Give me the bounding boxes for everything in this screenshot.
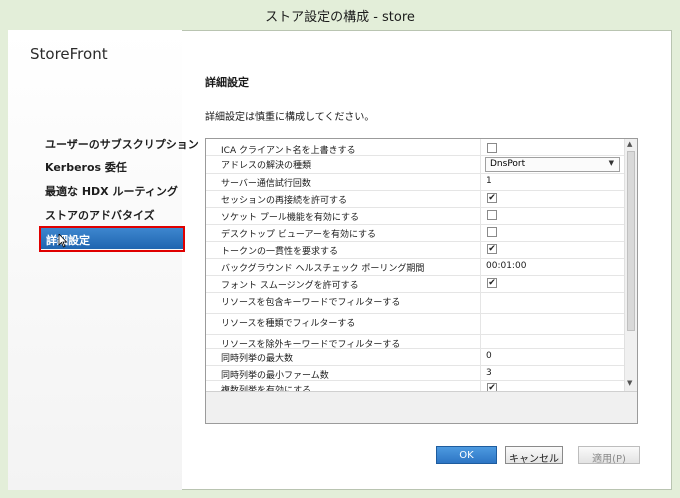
setting-dropdown[interactable]: DnsPort ▼ [485,157,620,172]
section-description: 詳細設定は慎重に構成してください。 [205,112,375,123]
setting-label: リソースを種類でフィルターする [221,319,356,329]
setting-label: リソースを包含キーワードでフィルターする [221,298,401,308]
setting-value[interactable]: 1 [486,176,492,186]
scroll-down-icon[interactable]: ▼ [627,379,632,387]
advanced-settings-grid: ICA クライアント名を上書きする アドレスの解決の種類 DnsPort ▼ サーバー通… [205,138,638,424]
setting-label: ICA クライアント名を上書きする [221,146,356,156]
setting-row[interactable]: ICA クライアント名を上書きする [206,141,624,156]
setting-label: サーバー通信試行回数 [221,179,311,189]
cancel-button[interactable]: キャンセル [505,446,563,465]
setting-label: トークンの一貫性を要求する [221,247,339,257]
setting-row[interactable]: セッションの再接続を許可する ✔ [206,191,624,208]
setting-row[interactable]: 複数列挙を有効にする ✔ [206,381,624,391]
brand-title: StoreFront [30,45,108,63]
setting-row[interactable]: フォント スムージングを許可する ✔ [206,276,624,293]
mouse-pointer-icon [58,234,68,248]
setting-row[interactable]: デスクトップ ビューアーを有効にする [206,225,624,242]
setting-label: 同時列挙の最大数 [221,354,294,364]
setting-checkbox[interactable]: ✔ [487,193,497,203]
chevron-down-icon[interactable]: ▼ [609,159,614,167]
setting-row[interactable]: リソースを除外キーワードでフィルターする [206,335,624,350]
setting-checkbox[interactable]: ✔ [487,244,497,254]
description-area [206,391,637,423]
setting-row[interactable]: リソースを包含キーワードでフィルターする [206,293,624,314]
setting-checkbox[interactable] [487,143,497,153]
sidebar-item-kerberos-delegation[interactable]: Kerberos 委任 [45,159,127,175]
setting-label: 複数列挙を有効にする [221,386,312,391]
settings-rows: ICA クライアント名を上書きする アドレスの解決の種類 DnsPort ▼ サーバー通… [206,139,624,391]
setting-label: フォント スムージングを許可する [221,281,359,291]
setting-label: デスクトップ ビューアーを有効にする [221,230,377,240]
setting-row[interactable]: トークンの一貫性を要求する ✔ [206,242,624,259]
dropdown-value: DnsPort [490,159,526,169]
setting-label: ソケット プール機能を有効にする [221,213,359,223]
window-title: ストア設定の構成 - store [265,10,415,25]
setting-row[interactable]: リソースを種類でフィルターする [206,314,624,335]
setting-value[interactable]: 3 [486,368,492,378]
sidebar-item-user-subscriptions[interactable]: ユーザーのサブスクリプション [45,136,199,152]
vertical-scrollbar[interactable]: ▲ ▼ [624,139,637,391]
setting-checkbox[interactable]: ✔ [487,383,497,391]
setting-label: 同時列挙の最小ファーム数 [221,371,329,381]
section-title: 詳細設定 [205,76,249,89]
setting-checkbox[interactable]: ✔ [487,278,497,288]
title-bar[interactable]: ストア設定の構成 - store [0,0,680,30]
setting-checkbox[interactable] [487,210,497,220]
setting-checkbox[interactable] [487,227,497,237]
sidebar [8,30,182,490]
setting-row[interactable]: サーバー通信試行回数 1 [206,174,624,191]
setting-value[interactable]: 00:01:00 [486,261,526,271]
ok-button[interactable]: OK [436,446,497,464]
scrollbar-thumb[interactable] [627,151,635,331]
setting-row[interactable]: ソケット プール機能を有効にする [206,208,624,225]
setting-label: バックグラウンド ヘルスチェック ポーリング期間 [221,264,425,274]
apply-button[interactable]: 適用(P) [578,446,640,465]
setting-value[interactable]: 0 [486,351,492,361]
setting-label: セッションの再接続を許可する [221,196,348,206]
sidebar-item-optimal-hdx-routing[interactable]: 最適な HDX ルーティング [45,183,178,199]
setting-row[interactable]: 同時列挙の最小ファーム数 3 [206,366,624,381]
setting-label: アドレスの解決の種類 [221,161,312,171]
sidebar-item-store-advertising[interactable]: ストアのアドバタイズ [45,207,155,223]
setting-row[interactable]: アドレスの解決の種類 DnsPort ▼ [206,156,624,174]
setting-row[interactable]: 同時列挙の最大数 0 [206,349,624,366]
setting-row[interactable]: バックグラウンド ヘルスチェック ポーリング期間 00:01:00 [206,259,624,276]
scroll-up-icon[interactable]: ▲ [627,140,632,148]
